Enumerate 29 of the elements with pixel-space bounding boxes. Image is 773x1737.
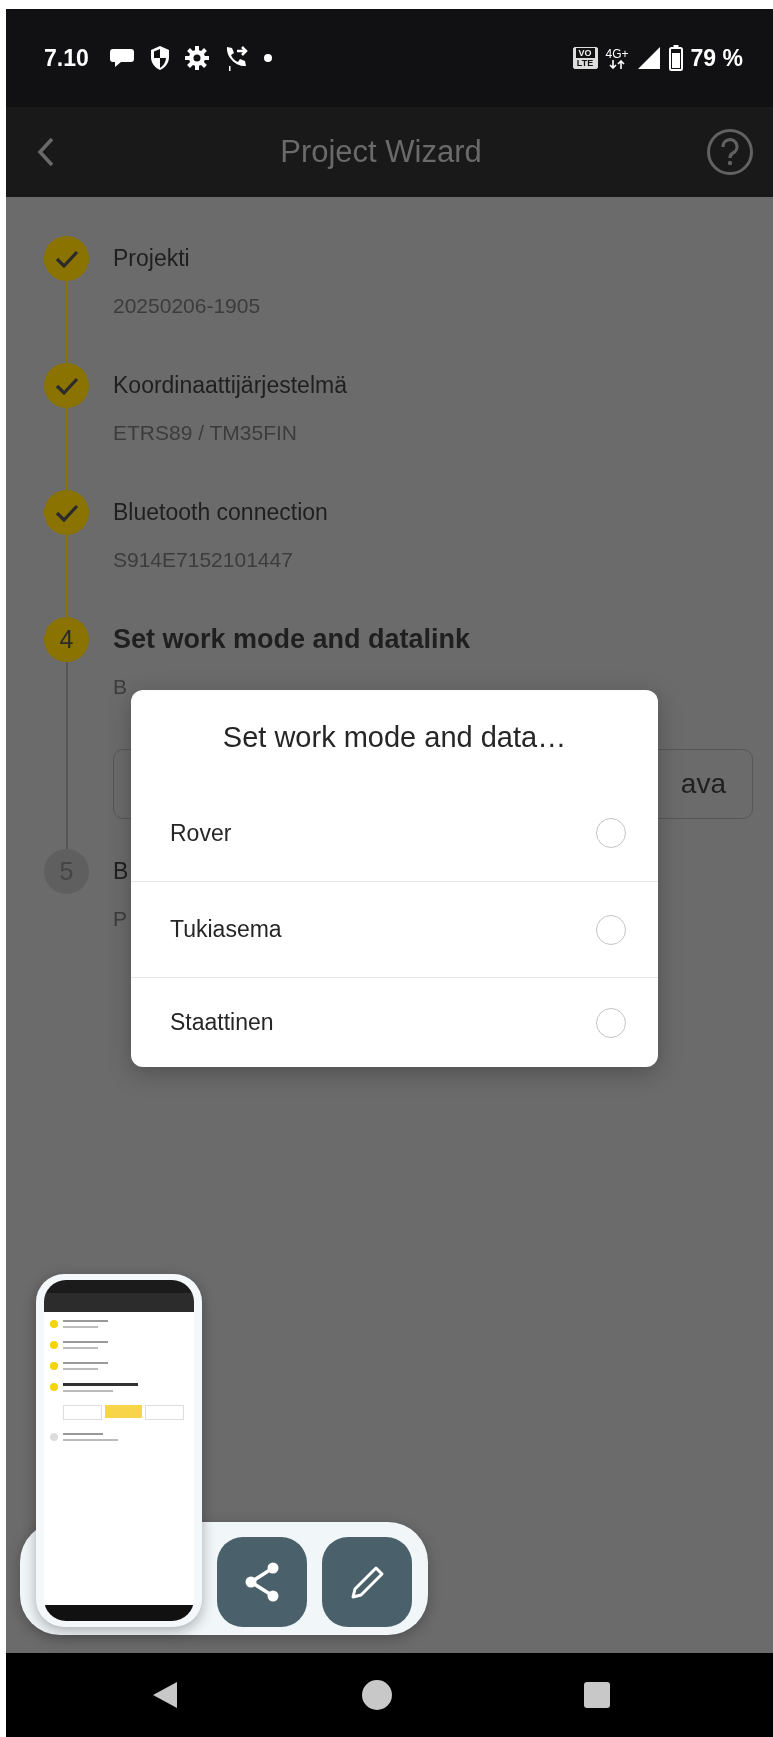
dot-icon <box>262 53 273 63</box>
edit-button[interactable] <box>322 1537 412 1627</box>
clock-time: 7.10 <box>44 44 89 72</box>
dialog-option[interactable]: Staattinen <box>131 977 658 1067</box>
signal-icon <box>636 46 661 70</box>
dialog-option[interactable]: Tukiasema <box>131 881 658 977</box>
step-number-badge: 4 <box>44 617 89 662</box>
screen-title: Project Wizard <box>279 134 483 170</box>
data-arrows-icon <box>609 59 626 69</box>
share-icon <box>244 1562 280 1602</box>
step-title: Set work mode and datalink <box>113 623 471 656</box>
back-button[interactable] <box>36 136 56 168</box>
help-button[interactable] <box>706 128 754 176</box>
home-nav-button[interactable] <box>361 1679 393 1711</box>
battery-icon <box>668 45 683 71</box>
step-title: Koordinaattijärjestelmä <box>113 371 347 400</box>
step-title: Bluetooth connection <box>113 498 328 527</box>
dialog-title: Set work mode and data… <box>221 720 568 755</box>
pencil-icon <box>349 1564 385 1600</box>
network-type: 4G+ <box>605 47 629 60</box>
share-button[interactable] <box>217 1537 307 1627</box>
dialog-option[interactable]: Rover <box>131 785 658 881</box>
volte-badge: VO LTE <box>572 47 598 69</box>
shield-icon <box>148 45 171 71</box>
step-title: B <box>113 857 129 886</box>
step-title: Projekti <box>113 244 190 273</box>
chat-bubble-icon <box>108 46 135 70</box>
battery-percentage: 79 % <box>690 44 743 72</box>
screenshot-thumbnail[interactable] <box>36 1274 202 1627</box>
